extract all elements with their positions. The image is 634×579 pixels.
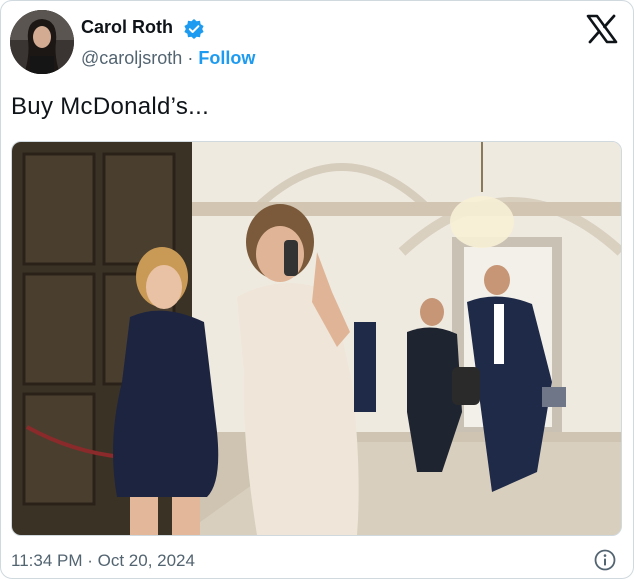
avatar[interactable] — [10, 10, 74, 74]
x-logo-icon[interactable] — [586, 14, 618, 44]
photo-image — [12, 142, 621, 535]
tweet-card: Carol Roth @caroljsroth · Follow Buy McD… — [0, 0, 634, 579]
author-handle[interactable]: @caroljsroth — [81, 48, 182, 68]
follow-button[interactable]: Follow — [198, 48, 255, 68]
handle-row: @caroljsroth · Follow — [81, 48, 255, 69]
tweet-text: Buy McDonald’s... — [11, 93, 210, 120]
separator-dot: · — [187, 48, 194, 68]
verified-badge-icon — [184, 19, 204, 39]
tweet-photo[interactable] — [11, 141, 622, 536]
info-icon[interactable] — [593, 548, 617, 572]
author-name[interactable]: Carol Roth — [81, 17, 173, 38]
avatar-image — [10, 10, 74, 74]
tweet-timestamp[interactable]: 11:34 PM · Oct 20, 2024 — [11, 551, 195, 571]
